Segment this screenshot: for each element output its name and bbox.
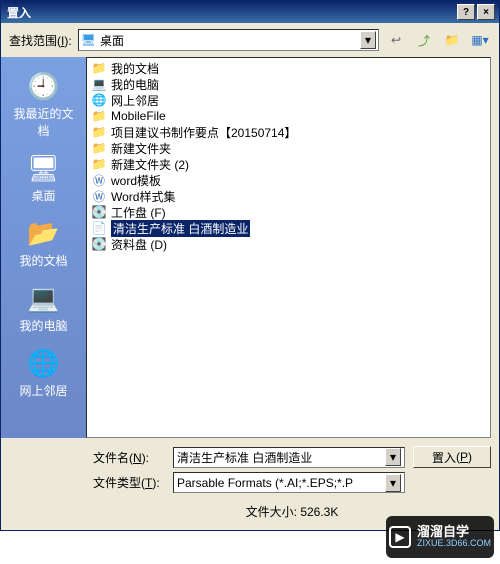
file-name: 我的文档 (111, 60, 159, 77)
new-folder-icon[interactable]: 📁 (441, 29, 463, 51)
computer-icon: 💻 (27, 281, 61, 315)
file-name: Word样式集 (111, 188, 175, 205)
places-sidebar: 🕘 我最近的文档 🖥 桌面 📂 我的文档 💻 我的电脑 🌐 网上邻居 (1, 57, 86, 438)
lookin-value: 桌面 (100, 32, 124, 49)
file-type-icon: 📁 (91, 140, 107, 156)
file-name: 资料盘 (D) (111, 236, 167, 253)
sidebar-item-network[interactable]: 🌐 网上邻居 (9, 342, 79, 403)
sidebar-item-recent[interactable]: 🕘 我最近的文档 (9, 65, 79, 143)
back-icon[interactable]: ↩ (385, 29, 407, 51)
file-item[interactable]: 🌐网上邻居 (89, 92, 488, 108)
close-button[interactable]: × (477, 4, 495, 20)
file-type-icon: 📁 (91, 124, 107, 140)
filename-input[interactable]: 清洁生产标准 白酒制造业 ▾ (173, 447, 405, 468)
desktop-icon: 🖥 (27, 151, 61, 185)
filesize-value: 526.3K (300, 505, 338, 519)
file-item[interactable]: ⓌWord样式集 (89, 188, 488, 204)
file-item[interactable]: 📄清洁生产标准 白酒制造业 (89, 220, 488, 236)
window-title: 置入 (5, 4, 455, 21)
chevron-down-icon[interactable]: ▾ (385, 448, 401, 466)
filetype-label: 文件类型(T): (93, 474, 165, 491)
file-item[interactable]: 📁项目建议书制作要点【20150714】 (89, 124, 488, 140)
place-dialog: 置入 ? × 查找范围(I): 🖥 桌面 ▾ ↩ ⤴ 📁 ▦▾ 🕘 我最近的文档… (0, 0, 500, 531)
file-name: 项目建议书制作要点【20150714】 (111, 124, 296, 141)
file-type-icon: 💽 (91, 204, 107, 220)
file-type-icon: 📁 (91, 108, 107, 124)
view-menu-icon[interactable]: ▦▾ (469, 29, 491, 51)
file-type-icon: 📄 (91, 220, 107, 236)
file-type-icon: 📁 (91, 156, 107, 172)
file-item[interactable]: 📁我的文档 (89, 60, 488, 76)
desktop-icon: 🖥 (81, 33, 96, 47)
file-item[interactable]: 💻我的电脑 (89, 76, 488, 92)
file-item[interactable]: 💽资料盘 (D) (89, 236, 488, 252)
filename-label: 文件名(N): (93, 449, 165, 466)
recent-icon: 🕘 (27, 69, 61, 103)
help-button[interactable]: ? (457, 4, 475, 20)
file-name: 清洁生产标准 白酒制造业 (111, 220, 250, 237)
file-item[interactable]: Ⓦword模板 (89, 172, 488, 188)
sidebar-item-mydocs[interactable]: 📂 我的文档 (9, 212, 79, 273)
file-list-area[interactable]: 📁我的文档💻我的电脑🌐网上邻居📁MobileFile📁项目建议书制作要点【201… (86, 57, 491, 438)
filetype-combo[interactable]: Parsable Formats (*.AI;*.EPS;*.P ▾ (173, 472, 405, 493)
file-type-icon: 🌐 (91, 92, 107, 108)
titlebar: 置入 ? × (1, 1, 499, 23)
file-item[interactable]: 📁 MobileFile (89, 108, 488, 124)
file-name: 工作盘 (F) (111, 204, 166, 221)
chevron-down-icon[interactable]: ▾ (385, 474, 401, 492)
file-type-icon: Ⓦ (91, 172, 107, 188)
body: 🕘 我最近的文档 🖥 桌面 📂 我的文档 💻 我的电脑 🌐 网上邻居 📁我的文档… (1, 57, 499, 438)
place-button[interactable]: 置入(P) (413, 446, 491, 468)
file-name: 新建文件夹 (2) (111, 156, 189, 173)
up-icon[interactable]: ⤴ (413, 29, 435, 51)
network-icon: 🌐 (27, 346, 61, 380)
play-icon: ▶ (389, 526, 411, 548)
file-item[interactable]: 💽工作盘 (F) (89, 204, 488, 220)
lookin-toolbar: 查找范围(I): 🖥 桌面 ▾ ↩ ⤴ 📁 ▦▾ (1, 23, 499, 57)
file-type-icon: 💽 (91, 236, 107, 252)
file-name: word模板 (111, 172, 161, 189)
file-name: MobileFile (111, 109, 166, 123)
chevron-down-icon[interactable]: ▾ (360, 31, 376, 49)
file-name: 网上邻居 (111, 92, 159, 109)
file-name: 我的电脑 (111, 76, 159, 93)
sidebar-item-desktop[interactable]: 🖥 桌面 (9, 147, 79, 208)
watermark: ▶ 溜溜自学 ZIXUE.3D66.COM (386, 516, 494, 558)
file-type-icon: 📁 (91, 60, 107, 76)
file-item[interactable]: 📁新建文件夹 (89, 140, 488, 156)
mydocs-icon: 📂 (27, 216, 61, 250)
lookin-combo[interactable]: 🖥 桌面 ▾ (78, 29, 379, 51)
file-name: 新建文件夹 (111, 140, 171, 157)
sidebar-item-computer[interactable]: 💻 我的电脑 (9, 277, 79, 338)
file-item[interactable]: 📁新建文件夹 (2) (89, 156, 488, 172)
lookin-label: 查找范围(I): (9, 32, 72, 49)
file-type-icon: Ⓦ (91, 188, 107, 204)
file-type-icon: 💻 (91, 76, 107, 92)
